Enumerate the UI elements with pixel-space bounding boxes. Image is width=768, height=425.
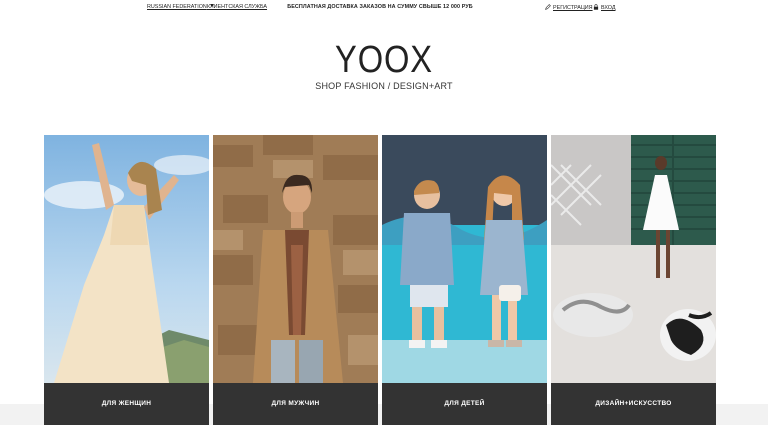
pencil-icon <box>545 4 551 10</box>
region-label: RUSSIAN FEDERATION <box>147 4 207 10</box>
free-shipping-promo: БЕСПЛАТНАЯ ДОСТАВКА ЗАКАЗОВ НА СУММУ СВЫ… <box>287 4 473 10</box>
men-category-image <box>213 135 378 383</box>
region-selector[interactable]: RUSSIAN FEDERATION <box>147 4 214 10</box>
design-art-category-image <box>551 135 716 383</box>
kids-category-image <box>382 135 547 383</box>
category-grid: ДЛЯ ЖЕНЩИН ДЛЯ МУЖЧИН ДЛЯ ДЕТЕЙ ДИЗАЙН+И… <box>44 135 716 425</box>
login-label: ВХОД <box>601 5 616 11</box>
brand-tagline: SHOP FASHION / DESIGN+ART <box>315 81 453 91</box>
register-label: РЕГИСТРАЦИЯ <box>553 5 593 11</box>
women-category-image <box>44 135 209 383</box>
customer-service-link[interactable]: КЛИЕНТСКАЯ СЛУЖБА <box>207 4 267 10</box>
register-link[interactable]: РЕГИСТРАЦИЯ <box>545 4 593 11</box>
category-label-design-art: ДИЗАЙН+ИСКУССТВО <box>551 383 716 425</box>
category-tile-men[interactable]: ДЛЯ МУЖЧИН <box>213 135 378 425</box>
category-tile-kids[interactable]: ДЛЯ ДЕТЕЙ <box>382 135 547 425</box>
top-utility-bar: RUSSIAN FEDERATION КЛИЕНТСКАЯ СЛУЖБА БЕС… <box>0 0 768 14</box>
category-tile-design-art[interactable]: ДИЗАЙН+ИСКУССТВО <box>551 135 716 425</box>
category-label-men: ДЛЯ МУЖЧИН <box>213 383 378 425</box>
brand-logo[interactable]: YOOX <box>54 38 714 82</box>
lock-icon <box>593 4 599 10</box>
category-tile-women[interactable]: ДЛЯ ЖЕНЩИН <box>44 135 209 425</box>
category-label-kids: ДЛЯ ДЕТЕЙ <box>382 383 547 425</box>
category-label-women: ДЛЯ ЖЕНЩИН <box>44 383 209 425</box>
login-link[interactable]: ВХОД <box>593 4 616 11</box>
